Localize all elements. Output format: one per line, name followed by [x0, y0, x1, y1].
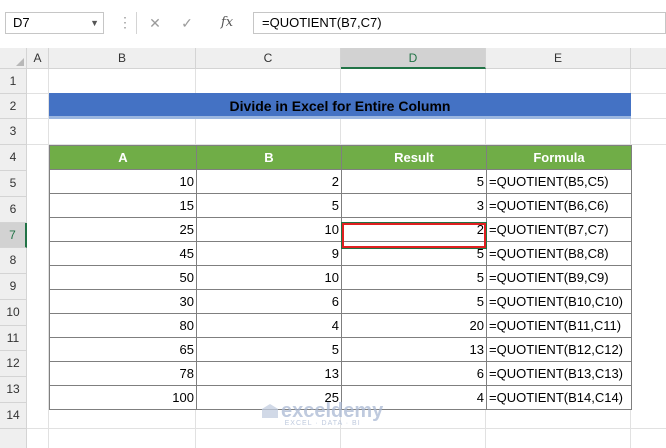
cell-formula[interactable]: =QUOTIENT(B9,C9) — [486, 265, 632, 290]
cell-a[interactable]: 45 — [49, 241, 197, 266]
cell-a[interactable]: 10 — [49, 169, 197, 194]
row-header-2[interactable]: 2 — [0, 94, 27, 119]
cell-a[interactable]: 80 — [49, 313, 197, 338]
cell-formula[interactable]: =QUOTIENT(B5,C5) — [486, 169, 632, 194]
watermark-brand: exceldemy — [281, 400, 384, 422]
cell-b[interactable]: 9 — [196, 241, 342, 266]
row-header-3[interactable]: 3 — [0, 119, 27, 145]
cell-a[interactable]: 100 — [49, 385, 197, 410]
cell-formula[interactable]: =QUOTIENT(B14,C14) — [486, 385, 632, 410]
column-header-c[interactable]: C — [196, 48, 341, 69]
cell-a[interactable]: 25 — [49, 217, 197, 242]
cell-a[interactable]: 30 — [49, 289, 197, 314]
cell-formula[interactable]: =QUOTIENT(B13,C13) — [486, 361, 632, 386]
row-header-8[interactable]: 8 — [0, 248, 27, 274]
cell-result[interactable]: 5 — [341, 265, 487, 290]
cell-b[interactable]: 4 — [196, 313, 342, 338]
formula-bar: D7 ▼ ⋮ ✕ ✓ fx =QUOTIENT(B7,C7) — [0, 0, 666, 48]
sheet-title[interactable]: Divide in Excel for Entire Column — [49, 93, 631, 119]
spreadsheet-grid: A B C D E 1 2 3 4 5 6 7 8 9 10 11 12 13 … — [0, 48, 666, 448]
header-b[interactable]: B — [196, 145, 342, 170]
drag-handle-icon[interactable]: ⋮ — [118, 14, 132, 31]
cell-a[interactable]: 65 — [49, 337, 197, 362]
column-header-b[interactable]: B — [49, 48, 196, 69]
formula-bar-divider — [136, 12, 137, 34]
house-icon — [262, 404, 278, 418]
cell-result[interactable]: 5 — [341, 289, 487, 314]
table-row: 65 5 13 =QUOTIENT(B12,C12) — [49, 337, 632, 362]
row-header-7[interactable]: 7 — [0, 223, 27, 248]
enter-check-icon[interactable]: ✓ — [176, 12, 198, 34]
row-header-10[interactable]: 10 — [0, 300, 27, 326]
cell-formula[interactable]: =QUOTIENT(B6,C6) — [486, 193, 632, 218]
table-row: 10 2 5 =QUOTIENT(B5,C5) — [49, 169, 632, 194]
cell-b[interactable]: 10 — [196, 265, 342, 290]
row-header-6[interactable]: 6 — [0, 197, 27, 223]
data-table: A B Result Formula 10 2 5 =QUOTIENT(B5,C… — [49, 145, 632, 410]
row-header-1[interactable]: 1 — [0, 69, 27, 94]
table-row: 15 5 3 =QUOTIENT(B6,C6) — [49, 193, 632, 218]
header-result[interactable]: Result — [341, 145, 487, 170]
table-row: 45 9 5 =QUOTIENT(B8,C8) — [49, 241, 632, 266]
row-header-11[interactable]: 11 — [0, 326, 27, 351]
row-header-4[interactable]: 4 — [0, 145, 27, 171]
cell-formula[interactable]: =QUOTIENT(B8,C8) — [486, 241, 632, 266]
column-header-a[interactable]: A — [27, 48, 49, 69]
cancel-icon[interactable]: ✕ — [144, 12, 166, 34]
name-box[interactable]: D7 ▼ — [5, 12, 104, 34]
watermark-logo: exceldemy EXCEL · DATA · BI — [262, 400, 383, 427]
chevron-down-icon[interactable]: ▼ — [90, 13, 99, 33]
table-row: 80 4 20 =QUOTIENT(B11,C11) — [49, 313, 632, 338]
cell-formula[interactable]: =QUOTIENT(B10,C10) — [486, 289, 632, 314]
table-row: 50 10 5 =QUOTIENT(B9,C9) — [49, 265, 632, 290]
insert-function-icon[interactable]: fx — [216, 12, 238, 34]
cell-result[interactable]: 3 — [341, 193, 487, 218]
cell-result[interactable]: 5 — [341, 169, 487, 194]
header-formula[interactable]: Formula — [486, 145, 632, 170]
cell-result[interactable]: 2 — [341, 217, 487, 242]
header-a[interactable]: A — [49, 145, 197, 170]
table-row: 25 10 2 =QUOTIENT(B7,C7) — [49, 217, 632, 242]
row-header-9[interactable]: 9 — [0, 274, 27, 300]
row-header-5[interactable]: 5 — [0, 171, 27, 197]
row-header-14[interactable]: 14 — [0, 403, 27, 429]
cell-b[interactable]: 6 — [196, 289, 342, 314]
cell-b[interactable]: 13 — [196, 361, 342, 386]
column-header-e[interactable]: E — [486, 48, 631, 69]
cell-a[interactable]: 15 — [49, 193, 197, 218]
name-box-value: D7 — [13, 15, 30, 30]
cell-b[interactable]: 2 — [196, 169, 342, 194]
select-all-button[interactable] — [0, 48, 27, 69]
cell-result[interactable]: 20 — [341, 313, 487, 338]
cell-b[interactable]: 5 — [196, 193, 342, 218]
cell-result[interactable]: 5 — [341, 241, 487, 266]
column-header-f[interactable] — [631, 48, 666, 69]
cell-result[interactable]: 13 — [341, 337, 487, 362]
row-header-12[interactable]: 12 — [0, 351, 27, 377]
cell-formula[interactable]: =QUOTIENT(B12,C12) — [486, 337, 632, 362]
table-row: 30 6 5 =QUOTIENT(B10,C10) — [49, 289, 632, 314]
cell-a[interactable]: 50 — [49, 265, 197, 290]
formula-input[interactable]: =QUOTIENT(B7,C7) — [253, 12, 666, 34]
cell-result[interactable]: 6 — [341, 361, 487, 386]
table-header-row: A B Result Formula — [49, 145, 632, 170]
cell-a[interactable]: 78 — [49, 361, 197, 386]
row-header-15[interactable] — [0, 429, 27, 448]
cell-formula[interactable]: =QUOTIENT(B7,C7) — [486, 217, 632, 242]
row-header-13[interactable]: 13 — [0, 377, 27, 403]
cell-b[interactable]: 5 — [196, 337, 342, 362]
column-header-d[interactable]: D — [341, 48, 486, 69]
cell-b[interactable]: 10 — [196, 217, 342, 242]
gridline — [27, 428, 666, 429]
cell-formula[interactable]: =QUOTIENT(B11,C11) — [486, 313, 632, 338]
table-row: 78 13 6 =QUOTIENT(B13,C13) — [49, 361, 632, 386]
